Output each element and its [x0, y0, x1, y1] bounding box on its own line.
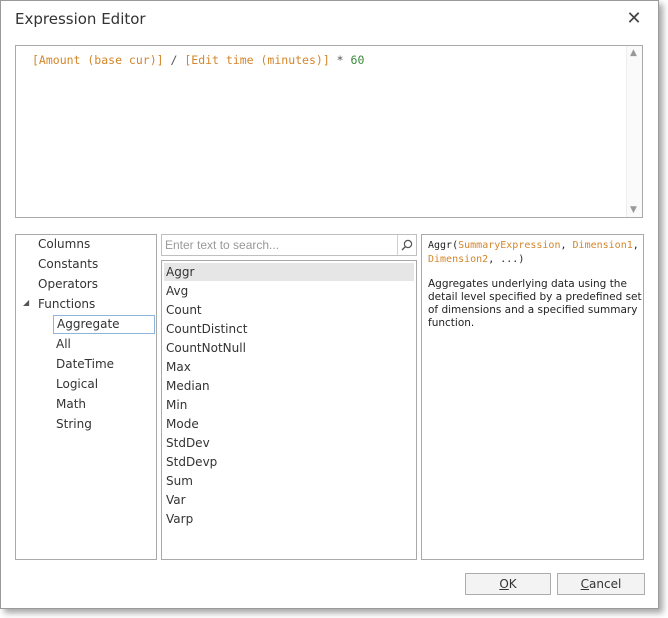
tree-item-all[interactable]: All [56, 337, 71, 351]
expand-triangle-icon[interactable]: ◢ [23, 298, 29, 307]
tree-item-operators[interactable]: Operators [38, 277, 98, 291]
selection-highlight [164, 263, 414, 281]
signature-separator: , [560, 240, 573, 251]
search-box [161, 234, 417, 256]
cancel-label: ancel [589, 577, 622, 591]
scroll-up-icon[interactable]: ▲ [630, 48, 637, 58]
scroll-down-icon[interactable]: ▼ [630, 205, 637, 215]
function-list: Aggr Avg Count CountDistinct CountNotNul… [161, 260, 417, 560]
tree-item-datetime[interactable]: DateTime [56, 357, 114, 371]
column-reference: [Amount (base cur)] [32, 53, 164, 67]
function-description: Aggregates underlying data using the det… [428, 278, 642, 329]
function-item-stddev[interactable]: StdDev [166, 436, 210, 450]
function-item-countnotnull[interactable]: CountNotNull [166, 341, 246, 355]
search-input[interactable] [165, 237, 395, 253]
ok-mnemonic: O [499, 577, 509, 591]
signature-separator: , [632, 240, 639, 251]
ok-button[interactable]: OK [465, 573, 551, 595]
signature-function-name: Aggr [428, 240, 453, 251]
function-item-min[interactable]: Min [166, 398, 187, 412]
function-item-max[interactable]: Max [166, 360, 191, 374]
close-icon: ✕ [626, 7, 642, 29]
signature-argument: Dimension1 [572, 240, 633, 251]
signature-argument: Dimension2 [428, 254, 489, 265]
ok-label: K [508, 577, 517, 591]
cancel-button[interactable]: Cancel [557, 573, 645, 595]
function-item-median[interactable]: Median [166, 379, 210, 393]
vertical-scrollbar[interactable]: ▲ ▼ [626, 46, 642, 217]
function-item-avg[interactable]: Avg [166, 284, 188, 298]
function-item-mode[interactable]: Mode [166, 417, 199, 431]
tree-item-columns[interactable]: Columns [38, 237, 90, 251]
signature-tail: , ...) [488, 254, 525, 265]
tree-item-string[interactable]: String [56, 417, 92, 431]
function-item-stddevp[interactable]: StdDevp [166, 455, 217, 469]
tree-item-logical[interactable]: Logical [56, 377, 98, 391]
dialog-title: Expression Editor [15, 10, 146, 28]
function-item-sum[interactable]: Sum [166, 474, 193, 488]
close-button[interactable]: ✕ [623, 7, 645, 29]
function-item-count[interactable]: Count [166, 303, 202, 317]
description-panel: Aggr(SummaryExpression, Dimension1, Dimen… [421, 234, 644, 560]
function-item-varp[interactable]: Varp [166, 512, 193, 526]
tree-item-aggregate[interactable]: Aggregate [53, 315, 155, 334]
cancel-mnemonic: C [580, 577, 590, 591]
operator: * [329, 53, 351, 67]
tree-item-functions[interactable]: Functions [38, 297, 95, 311]
tree-item-math[interactable]: Math [56, 397, 86, 411]
expression-input[interactable]: [Amount (base cur)] / [Edit time (minute… [15, 45, 643, 218]
expression-text: [Amount (base cur)] / [Edit time (minute… [32, 53, 364, 67]
search-button[interactable] [397, 235, 416, 255]
function-item-aggr[interactable]: Aggr [166, 265, 194, 279]
signature-argument: SummaryExpression [458, 240, 561, 251]
tree-item-constants[interactable]: Constants [38, 257, 98, 271]
category-tree: Columns Constants Operators ◢ Functions … [15, 234, 157, 560]
function-item-var[interactable]: Var [166, 493, 186, 507]
search-icon [401, 239, 413, 251]
column-reference: [Edit time (minutes)] [184, 53, 330, 67]
expression-editor-dialog: Expression Editor ✕ [Amount (base cur)] … [0, 0, 659, 609]
operator: / [163, 53, 185, 67]
function-item-countdistinct[interactable]: CountDistinct [166, 322, 247, 336]
number-literal: 60 [350, 53, 365, 67]
function-signature: Aggr(SummaryExpression, Dimension1, Dimen… [428, 239, 642, 267]
